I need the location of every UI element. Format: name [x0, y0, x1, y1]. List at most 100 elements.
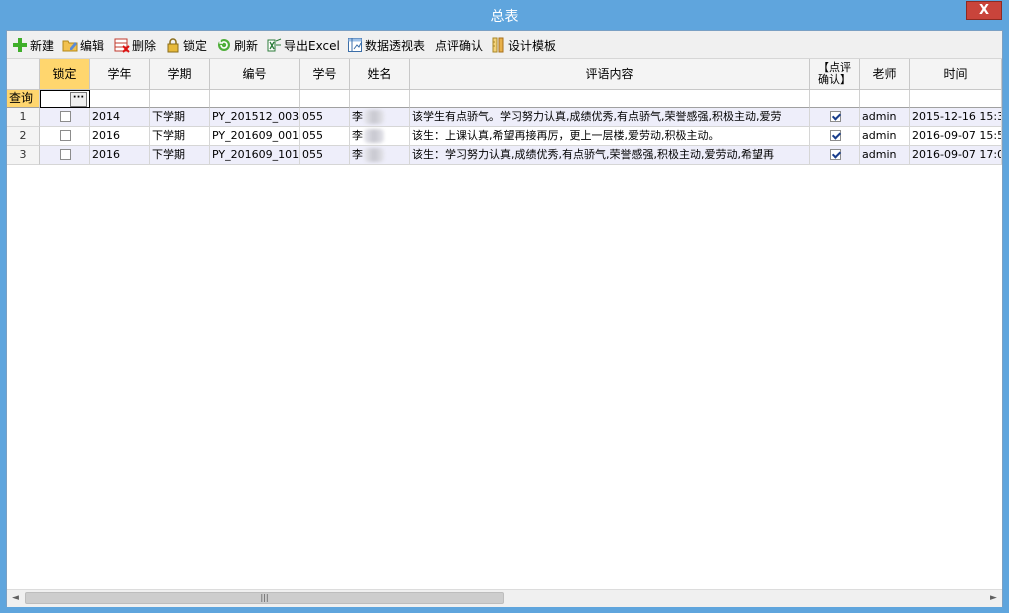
- pivot-table-button[interactable]: 数据透视表: [347, 35, 425, 55]
- filter-lock-input[interactable]: ···: [40, 90, 90, 108]
- toolbar: 新建 编辑 删除 锁定 刷新 导出Excel 数据透视表 点评确认 设计模板: [7, 31, 1002, 59]
- filter-code-input[interactable]: [210, 90, 300, 108]
- new-button[interactable]: 新建: [12, 35, 54, 55]
- year-cell[interactable]: 2016: [90, 146, 150, 165]
- column-header-year[interactable]: 学年: [90, 59, 150, 90]
- comment-cell[interactable]: 该学生有点骄气。学习努力认真,成绩优秀,有点骄气,荣誉感强,积极主动,爱劳: [410, 108, 810, 127]
- name-text: 李: [352, 148, 363, 161]
- delete-button[interactable]: 删除: [114, 35, 156, 55]
- name-cell[interactable]: 李: [350, 146, 410, 165]
- row-number[interactable]: 2: [7, 127, 40, 146]
- confirm-checkbox-cell[interactable]: [810, 127, 860, 146]
- export-label: 导出Excel: [284, 38, 340, 53]
- column-header-confirm[interactable]: 【点评 确认】: [810, 59, 860, 90]
- pivot-label: 数据透视表: [365, 38, 426, 53]
- column-header-student-no[interactable]: 学号: [300, 59, 350, 90]
- lock-button[interactable]: 锁定: [165, 35, 207, 55]
- confirm-label: 点评确认: [435, 38, 484, 53]
- term-cell[interactable]: 下学期: [150, 146, 210, 165]
- code-cell[interactable]: PY_201512_003: [210, 108, 300, 127]
- folder-edit-icon: [62, 37, 78, 53]
- teacher-cell[interactable]: admin: [860, 108, 910, 127]
- column-header-time[interactable]: 时间: [910, 59, 1002, 90]
- refresh-label: 刷新: [234, 38, 259, 53]
- refresh-icon: [216, 37, 232, 53]
- filter-ellipsis-button[interactable]: ···: [70, 92, 87, 107]
- name-text: 李: [352, 110, 363, 123]
- confirm-checkbox-cell[interactable]: [810, 146, 860, 165]
- student-no-cell[interactable]: 055: [300, 127, 350, 146]
- lock-checkbox-cell[interactable]: [40, 146, 90, 165]
- code-cell[interactable]: PY_201609_101: [210, 146, 300, 165]
- refresh-button[interactable]: 刷新: [216, 35, 258, 55]
- row-number[interactable]: 3: [7, 146, 40, 165]
- design-template-button[interactable]: 设计模板: [490, 35, 556, 55]
- filter-name-input[interactable]: [350, 90, 410, 108]
- filter-student-no-input[interactable]: [300, 90, 350, 108]
- name-cell[interactable]: 李: [350, 108, 410, 127]
- ruler-pencil-icon: [490, 37, 506, 53]
- filter-comment-input[interactable]: [410, 90, 810, 108]
- window-title: 总表: [490, 9, 519, 25]
- new-label: 新建: [30, 38, 55, 53]
- teacher-cell[interactable]: admin: [860, 127, 910, 146]
- redacted-name: [364, 110, 384, 124]
- title-bar[interactable]: 总表 X: [0, 0, 1009, 29]
- filter-confirm-input[interactable]: [810, 90, 860, 108]
- comment-cell[interactable]: 该生：学习努力认真,成绩优秀,有点骄气,荣誉感强,积极主动,爱劳动,希望再: [410, 146, 810, 165]
- column-header-name[interactable]: 姓名: [350, 59, 410, 90]
- lock-checkbox-cell[interactable]: [40, 127, 90, 146]
- year-cell[interactable]: 2016: [90, 127, 150, 146]
- main-window: 总表 X 新建 编辑 删除 锁定 刷新 导出Excel 数据透视表 点评确认 设…: [0, 0, 1009, 613]
- name-cell[interactable]: 李: [350, 127, 410, 146]
- lock-checkbox[interactable]: [60, 130, 71, 141]
- delete-label: 删除: [132, 38, 157, 53]
- filter-time-input[interactable]: [910, 90, 1002, 108]
- close-button[interactable]: X: [966, 1, 1002, 20]
- column-header-code[interactable]: 编号: [210, 59, 300, 90]
- redacted-name: [364, 148, 384, 162]
- edit-button[interactable]: 编辑: [62, 35, 104, 55]
- lock-icon: [165, 37, 181, 53]
- confirm-checkbox[interactable]: [830, 149, 841, 160]
- lock-checkbox[interactable]: [60, 149, 71, 160]
- column-header-comment[interactable]: 评语内容: [410, 59, 810, 90]
- filter-teacher-input[interactable]: [860, 90, 910, 108]
- row-header-corner: [7, 59, 40, 90]
- lock-checkbox-cell[interactable]: [40, 108, 90, 127]
- filter-year-input[interactable]: [90, 90, 150, 108]
- lock-label: 锁定: [183, 38, 208, 53]
- row-number[interactable]: 1: [7, 108, 40, 127]
- client-area: 新建 编辑 删除 锁定 刷新 导出Excel 数据透视表 点评确认 设计模板 锁…: [6, 30, 1003, 607]
- name-text: 李: [352, 129, 363, 142]
- time-cell[interactable]: 2016-09-07 15:5: [910, 127, 1002, 146]
- plus-icon: [12, 37, 28, 53]
- confirm-checkbox-cell[interactable]: [810, 108, 860, 127]
- column-header-lock[interactable]: 锁定: [40, 59, 90, 90]
- scroll-right-arrow[interactable]: ►: [985, 590, 1002, 607]
- export-excel-button[interactable]: 导出Excel: [266, 35, 340, 55]
- term-cell[interactable]: 下学期: [150, 108, 210, 127]
- confirm-comment-button[interactable]: 点评确认: [435, 35, 483, 55]
- filter-term-input[interactable]: [150, 90, 210, 108]
- horizontal-scrollbar[interactable]: ◄ ||| ►: [7, 589, 1002, 607]
- redacted-name: [364, 129, 384, 143]
- term-cell[interactable]: 下学期: [150, 127, 210, 146]
- filter-label: 查询: [7, 90, 40, 108]
- confirm-header-line2: 确认】: [818, 73, 851, 86]
- confirm-checkbox[interactable]: [830, 130, 841, 141]
- scroll-left-arrow[interactable]: ◄: [7, 590, 24, 607]
- comment-cell[interactable]: 该生：上课认真,希望再接再厉，更上一层楼,爱劳动,积极主动。: [410, 127, 810, 146]
- scrollbar-thumb[interactable]: |||: [25, 592, 504, 604]
- column-header-term[interactable]: 学期: [150, 59, 210, 90]
- year-cell[interactable]: 2014: [90, 108, 150, 127]
- time-cell[interactable]: 2015-12-16 15:3: [910, 108, 1002, 127]
- student-no-cell[interactable]: 055: [300, 146, 350, 165]
- confirm-checkbox[interactable]: [830, 111, 841, 122]
- student-no-cell[interactable]: 055: [300, 108, 350, 127]
- lock-checkbox[interactable]: [60, 111, 71, 122]
- time-cell[interactable]: 2016-09-07 17:0: [910, 146, 1002, 165]
- column-header-teacher[interactable]: 老师: [860, 59, 910, 90]
- teacher-cell[interactable]: admin: [860, 146, 910, 165]
- code-cell[interactable]: PY_201609_001: [210, 127, 300, 146]
